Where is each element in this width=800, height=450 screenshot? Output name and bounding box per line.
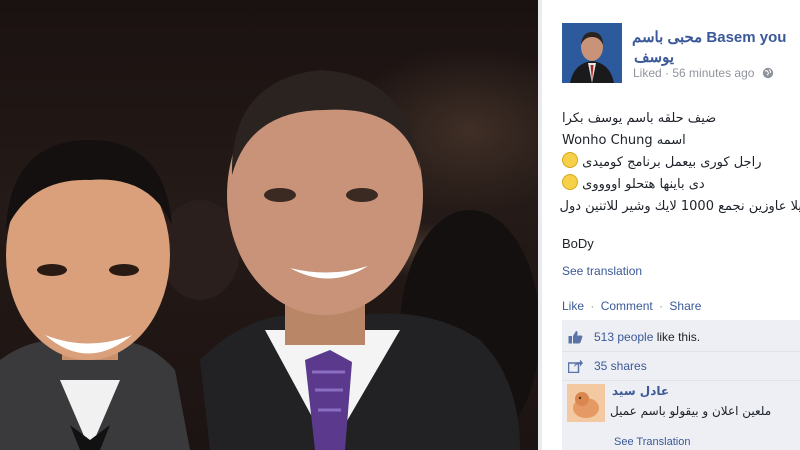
author-name-latin[interactable]: Basem you [706,29,786,46]
author-name-arabic-2[interactable]: يوسف [632,48,800,68]
meta-separator: · [665,66,670,80]
post-meta: Liked · 56 minutes ago [633,66,774,82]
post-line-3: راجل كورى بيعمل برنامج كوميدى [582,155,762,170]
commenter-avatar-image [567,384,605,422]
comment-see-translation-link[interactable]: See Translation [614,436,690,448]
action-separator: · [659,299,664,313]
like-link[interactable]: Like [562,299,584,313]
post-signature: BoDy [562,236,594,251]
comment-item: عادل سيد ملعين اعلان و بيقولو باسم عميل … [562,378,800,450]
see-translation-link[interactable]: See translation [562,264,642,278]
liked-status: Liked [633,66,662,80]
post-line-2: اسمه Wonho Chung [562,133,686,148]
likes-row: 513 people like this. [562,323,800,352]
author-name-arabic-1[interactable]: محبى باسم [632,29,702,46]
share-link[interactable]: Share [669,299,701,313]
emoji-happy-icon [562,174,578,190]
feedback-panel: 513 people like this. 35 shares عادل سيد… [562,320,800,450]
action-separator: · [590,299,595,313]
emoji-smile-icon [562,152,578,168]
likes-summary: 513 people like this. [594,330,700,344]
author-name[interactable]: محبى باسم Basem you يوسف [632,28,800,68]
shares-row: 35 shares [562,352,800,381]
post-line-3-wrap: راجل كورى بيعمل برنامج كوميدى [562,152,800,174]
comment-link[interactable]: Comment [601,299,653,313]
post-line-5: يلا عاوزين نجمع 1000 لايك وشير للاتنين د… [559,199,800,214]
like-thumb-icon [568,330,583,344]
author-avatar-image [562,23,622,83]
share-icon [567,359,583,374]
likes-count-link[interactable]: 513 people [594,330,653,344]
commenter-name[interactable]: عادل سيد [612,384,669,398]
post-text: ضيف حلقه باسم يوسف بكرا اسمه Wonho Chung… [559,108,800,218]
author-avatar[interactable] [562,23,622,83]
post-line-1: ضيف حلقه باسم يوسف بكرا [562,111,717,126]
photo-illustration [0,70,540,450]
post-photo[interactable] [0,0,540,450]
post-line-4-wrap: دى باينها هتحلو اووووى [562,174,800,196]
globe-icon[interactable] [762,67,774,82]
comment-text: ملعين اعلان و بيقولو باسم عميل [610,404,772,418]
commenter-avatar[interactable] [567,384,605,422]
post-actions: Like · Comment · Share [562,299,701,313]
post-line-4: دى باينها هتحلو اووووى [582,177,705,192]
likes-suffix: like this. [653,330,701,344]
post-timestamp[interactable]: 56 minutes ago [672,66,754,80]
shares-count-link[interactable]: 35 shares [594,359,647,373]
